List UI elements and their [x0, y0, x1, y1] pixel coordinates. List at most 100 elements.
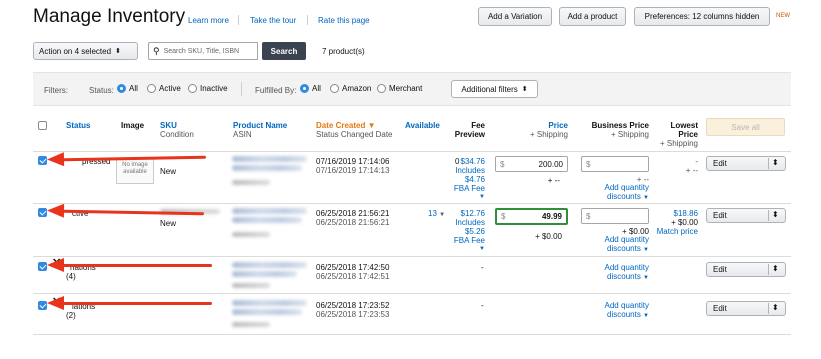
- price-shipping: + --: [547, 176, 560, 185]
- new-badge: NEW: [776, 13, 790, 19]
- page-title: Manage Inventory: [33, 6, 186, 27]
- add-quantity-discounts-link[interactable]: Add quantity discounts ▼: [592, 235, 649, 255]
- edit-label: Edit: [713, 304, 727, 313]
- edit-label: Edit: [713, 211, 727, 220]
- price-value: 200.00: [538, 159, 563, 169]
- discounts-text: discounts: [607, 272, 641, 281]
- discounts-text: discounts: [607, 244, 641, 253]
- currency-symbol: $: [586, 159, 591, 169]
- currency-symbol: $: [501, 212, 506, 221]
- col-date-created-label: Date Created: [316, 121, 366, 130]
- product-name-blurred: [232, 208, 307, 214]
- search-input[interactable]: ⚲ Search SKU, Title, ISBN: [148, 42, 258, 60]
- condition-text: New: [160, 219, 177, 228]
- chevron-down-icon: ▼: [643, 195, 649, 201]
- red-arrow-annotation: [47, 296, 212, 310]
- status-changed-date: 07/16/2019 17:14:13: [316, 166, 390, 175]
- take-tour-link[interactable]: Take the tour: [250, 16, 296, 25]
- asin-blurred: [232, 283, 270, 288]
- status-filter-all[interactable]: All: [117, 84, 138, 94]
- fee-includes: Includes: [455, 218, 485, 227]
- edit-button[interactable]: Edit ⬍: [706, 156, 786, 171]
- product-name-blurred: [232, 262, 307, 268]
- add-quantity-discounts-link[interactable]: Add quantity discounts ▼: [592, 183, 649, 203]
- filter-divider: [241, 82, 242, 96]
- asin-blurred: [232, 232, 270, 237]
- search-button[interactable]: Search: [262, 42, 306, 60]
- radio-icon: [330, 84, 339, 94]
- row-divider: [33, 151, 791, 152]
- variation-count: (2): [66, 311, 76, 320]
- edit-button[interactable]: Edit ⬍: [706, 262, 786, 277]
- add-quantity-discounts-link[interactable]: Add quantity discounts ▼: [592, 301, 649, 321]
- fulfilled-filter-all[interactable]: All: [300, 84, 321, 94]
- date-created: 06/25/2018 21:56:21: [316, 209, 390, 218]
- row-divider: [33, 293, 791, 294]
- edit-button[interactable]: Edit ⬍: [706, 208, 786, 223]
- product-name-blurred: [232, 300, 307, 306]
- divider: [307, 15, 308, 25]
- fee-total: $34.76: [460, 157, 485, 166]
- asin-blurred: [232, 180, 270, 185]
- row-divider: [33, 334, 791, 335]
- col-available[interactable]: Available: [405, 121, 440, 130]
- fee-fba-label: FBA Fee: [453, 184, 485, 193]
- lowest-price: $18.86: [673, 209, 698, 218]
- fulfilled-merchant-label: Merchant: [389, 84, 423, 93]
- col-status[interactable]: Status: [66, 121, 90, 130]
- divider: [768, 158, 769, 169]
- col-preview: Preview: [454, 130, 485, 139]
- date-created: 06/25/2018 17:23:52: [316, 301, 390, 310]
- row-checkbox[interactable]: [38, 301, 47, 310]
- add-variation-button[interactable]: Add a Variation: [478, 7, 552, 26]
- status-filter-inactive[interactable]: Inactive: [188, 84, 228, 94]
- fulfilled-all-label: All: [312, 84, 321, 93]
- fulfilled-filter-merchant[interactable]: Merchant: [377, 84, 423, 94]
- edit-button[interactable]: Edit ⬍: [706, 301, 786, 316]
- col-product-name[interactable]: Product Name: [233, 121, 287, 130]
- fee-preview[interactable]: $34.76 Includes $4.76 FBA Fee ▼: [445, 157, 485, 202]
- price-input[interactable]: $ 49.99: [495, 208, 568, 225]
- divider: [238, 15, 239, 25]
- asin-blurred: [232, 322, 270, 327]
- add-quantity-discounts-link[interactable]: Add quantity discounts ▼: [592, 263, 649, 283]
- divider: [768, 264, 769, 275]
- product-count: 7 product(s): [322, 47, 365, 56]
- col-business-shipping: + Shipping: [610, 130, 649, 139]
- business-price-input[interactable]: $: [581, 156, 649, 172]
- business-price-input[interactable]: $: [581, 208, 649, 224]
- status-filter-active[interactable]: Active: [147, 84, 181, 94]
- price-input[interactable]: $ 200.00: [495, 156, 568, 172]
- row-checkbox[interactable]: [38, 208, 47, 217]
- bulk-action-label: Action on 4 selected: [39, 46, 112, 56]
- fulfilled-filter-amazon[interactable]: Amazon: [330, 84, 371, 94]
- col-date-created[interactable]: Date Created ▼: [316, 121, 376, 130]
- available-qty[interactable]: 13 ▼: [428, 209, 445, 220]
- radio-icon: [377, 84, 386, 94]
- col-sku[interactable]: SKU: [160, 121, 177, 130]
- additional-filters-button[interactable]: Additional filters ⬍: [451, 80, 538, 98]
- preferences-button[interactable]: Preferences: 12 columns hidden: [634, 7, 770, 26]
- col-price[interactable]: Price: [520, 121, 568, 130]
- select-all-checkbox[interactable]: [38, 121, 47, 130]
- rate-page-link[interactable]: Rate this page: [318, 16, 370, 25]
- updown-icon: ⬍: [115, 48, 121, 55]
- chevron-down-icon: ▼: [479, 246, 485, 252]
- add-quantity-text: Add quantity: [604, 235, 649, 244]
- bulk-action-dropdown[interactable]: Action on 4 selected ⬍: [33, 42, 138, 60]
- learn-more-link[interactable]: Learn more: [188, 16, 229, 25]
- red-arrow-annotation: [47, 258, 212, 272]
- save-all-button[interactable]: Save all: [706, 118, 785, 136]
- row-divider: [33, 203, 791, 204]
- col-condition: Condition: [160, 130, 194, 139]
- row-checkbox[interactable]: [38, 156, 47, 165]
- fee-fba-amount: $4.76: [464, 175, 485, 184]
- fee-preview[interactable]: $12.76 Includes $5.26 FBA Fee ▼: [445, 209, 485, 254]
- currency-symbol: $: [500, 159, 505, 169]
- row-checkbox[interactable]: [38, 262, 47, 271]
- radio-icon: [300, 84, 309, 94]
- match-price-link[interactable]: Match price: [650, 227, 698, 236]
- sort-desc-icon: ▼: [367, 121, 376, 130]
- add-product-button[interactable]: Add a product: [559, 7, 626, 26]
- discounts-text: discounts: [607, 192, 641, 201]
